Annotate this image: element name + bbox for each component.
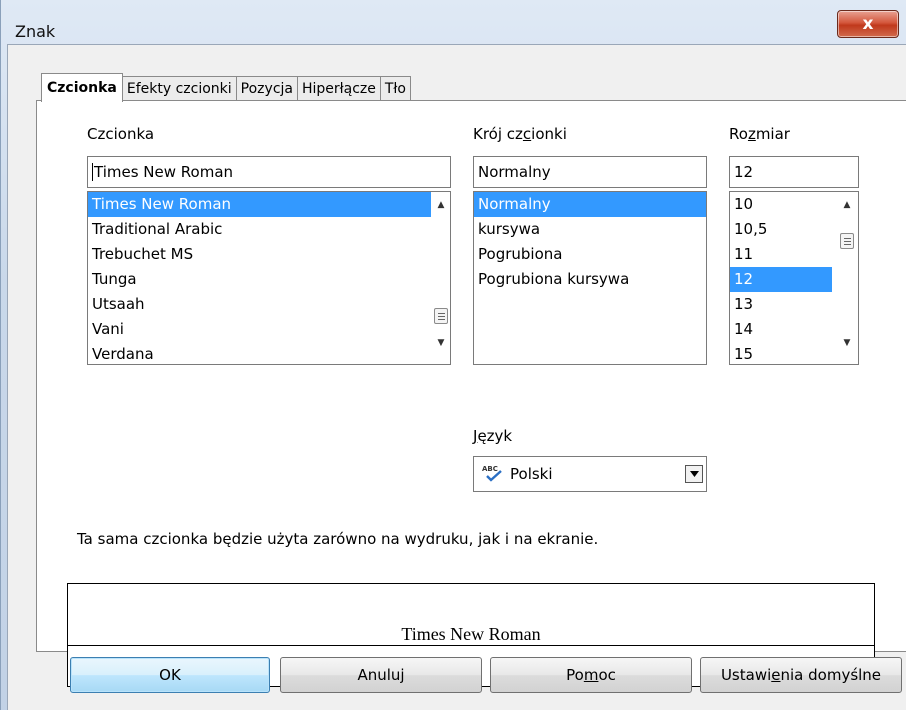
scroll-thumb[interactable]: [434, 308, 448, 324]
language-value: Polski: [510, 465, 553, 483]
scroll-down-icon[interactable]: ▼: [432, 334, 450, 352]
chevron-down-icon[interactable]: [685, 465, 703, 483]
ok-button[interactable]: OK: [70, 657, 270, 693]
tab-strip: Czcionka Efekty czcionki Pozycja Hiperłą…: [41, 73, 411, 102]
size-list-item[interactable]: 10: [730, 192, 832, 217]
scroll-up-icon[interactable]: ▲: [838, 196, 856, 214]
size-scrollbar[interactable]: ▲ ▼: [835, 192, 858, 364]
size-list-item[interactable]: 15: [730, 342, 832, 364]
font-list-item[interactable]: Traditional Arabic: [88, 217, 432, 242]
defaults-button[interactable]: Ustawi e nia domyślne: [700, 657, 902, 693]
tab-czcionka[interactable]: Czcionka: [41, 73, 123, 102]
tab-pozycja[interactable]: Pozycja: [235, 76, 298, 101]
font-list-item[interactable]: Trebuchet MS: [88, 242, 432, 267]
close-icon: x: [862, 14, 874, 34]
font-scrollbar[interactable]: ▲ ▼: [431, 192, 450, 364]
size-list-item[interactable]: 11: [730, 242, 832, 267]
style-listbox[interactable]: Normalny kursywa Pogrubiona Pogrubiona k…: [473, 191, 707, 365]
font-input[interactable]: Times New Roman: [87, 156, 451, 188]
scroll-thumb[interactable]: [840, 233, 854, 249]
style-input[interactable]: Normalny: [473, 156, 707, 188]
font-list-item[interactable]: Utsaah: [88, 292, 432, 317]
size-list-item[interactable]: 14: [730, 317, 832, 342]
tab-hiperlacze[interactable]: Hiperłącze: [296, 76, 381, 101]
spellcheck-icon: ABC: [482, 465, 504, 483]
font-list-item[interactable]: Verdana: [88, 342, 432, 364]
tab-page-czcionka: Czcionka Times New Roman Times New Roman…: [36, 100, 906, 687]
size-listbox[interactable]: 10 10,5 11 12 13 14 15 ▲ ▼: [729, 191, 859, 365]
font-listbox[interactable]: Times New Roman Traditional Arabic Trebu…: [87, 191, 451, 365]
font-info-note: Ta sama czcionka będzie użyta zarówno na…: [77, 530, 599, 548]
font-list-item[interactable]: Vani: [88, 317, 432, 342]
dialog-window: Znak x Czcionka Efekty czcionki Pozycja …: [0, 0, 906, 710]
size-list-item[interactable]: 10,5: [730, 217, 832, 242]
tab-tlo[interactable]: Tło: [379, 76, 411, 101]
dialog-client: Czcionka Efekty czcionki Pozycja Hiperłą…: [7, 44, 906, 710]
window-title: Znak: [15, 22, 56, 41]
font-list-item[interactable]: Times New Roman: [88, 192, 432, 217]
size-list-item[interactable]: 12: [730, 267, 832, 292]
style-list-item[interactable]: Normalny: [474, 192, 706, 217]
preview-text: Times New Roman: [399, 624, 543, 644]
size-list-item[interactable]: 13: [730, 292, 832, 317]
text-caret: [92, 163, 93, 181]
font-label: Czcionka: [87, 125, 155, 143]
scroll-up-icon[interactable]: ▲: [432, 196, 450, 214]
style-list-item[interactable]: kursywa: [474, 217, 706, 242]
scroll-down-icon[interactable]: ▼: [838, 334, 856, 352]
style-label: Krój czcionki: [473, 125, 567, 143]
language-select[interactable]: ABC Polski: [473, 456, 707, 492]
size-label: Rozmiar: [729, 125, 790, 143]
close-button[interactable]: x: [837, 10, 899, 38]
style-list-item[interactable]: Pogrubiona kursywa: [474, 267, 706, 292]
language-label: Język: [473, 427, 513, 445]
title-bar[interactable]: Znak x: [1, 0, 906, 44]
tab-efekty-czcionki[interactable]: Efekty czcionki: [121, 76, 237, 101]
help-button[interactable]: Po m oc: [490, 657, 692, 693]
size-input[interactable]: 12: [729, 156, 859, 188]
font-list-item[interactable]: Tunga: [88, 267, 432, 292]
preview-baseline: [68, 645, 874, 646]
style-list-item[interactable]: Pogrubiona: [474, 242, 706, 267]
cancel-button[interactable]: Anuluj: [280, 657, 482, 693]
